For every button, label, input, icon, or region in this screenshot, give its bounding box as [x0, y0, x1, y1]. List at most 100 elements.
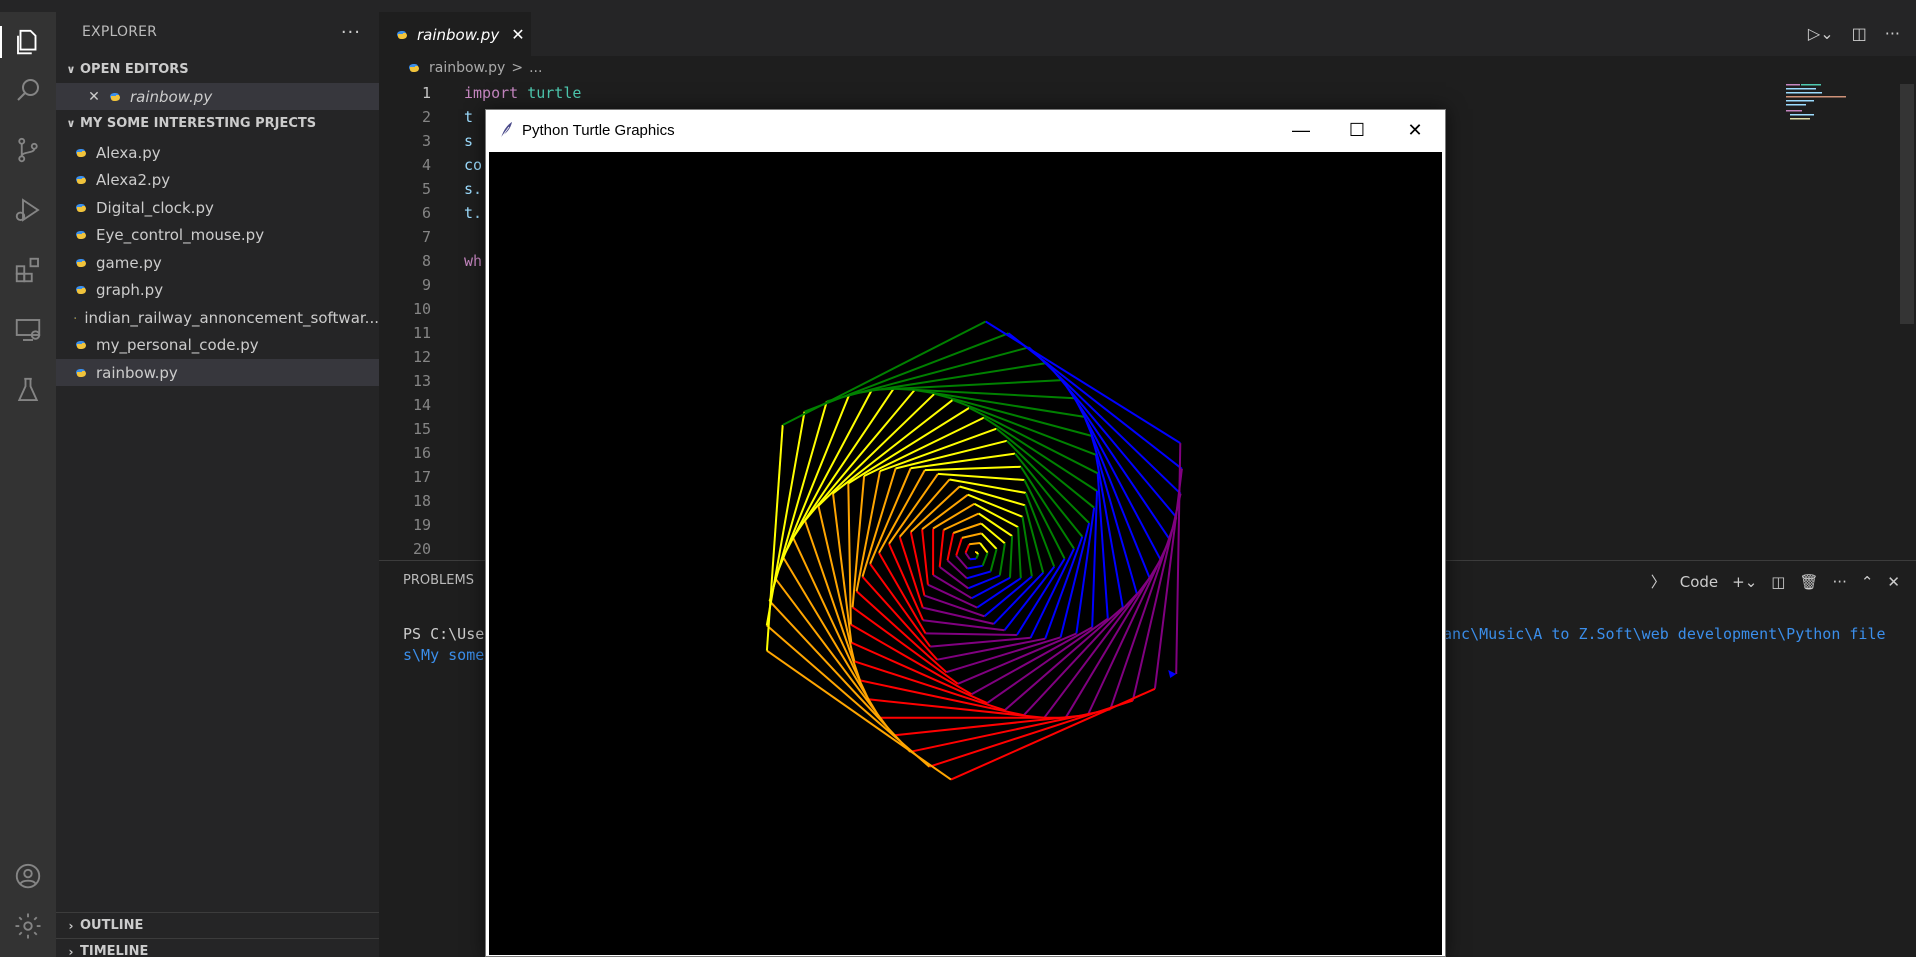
- breadcrumb-more[interactable]: ...: [529, 60, 542, 76]
- minimap[interactable]: [1786, 84, 1856, 124]
- spiral-segment: [957, 632, 1077, 685]
- spiral-segment: [969, 557, 977, 561]
- python-file-icon: [76, 341, 86, 349]
- spiral-segment: [955, 554, 969, 570]
- spiral-segment: [929, 699, 1134, 768]
- more-actions-icon[interactable]: ···: [1885, 24, 1900, 43]
- spiral-segment: [804, 520, 861, 681]
- close-icon[interactable]: ✕: [511, 25, 524, 44]
- python-file-icon: [76, 148, 86, 157]
- turtle-window-titlebar[interactable]: Python Turtle Graphics — ☐ ✕: [486, 110, 1445, 150]
- minimize-icon[interactable]: —: [1271, 110, 1331, 150]
- spiral-segment: [946, 532, 955, 561]
- spiral-segment: [765, 424, 784, 651]
- spiral-segment: [774, 577, 895, 737]
- spiral-segment: [981, 552, 989, 567]
- spiral-segment: [952, 522, 982, 534]
- search-icon[interactable]: [8, 70, 48, 110]
- close-icon[interactable]: ✕: [86, 89, 102, 105]
- spiral-segment: [969, 542, 981, 546]
- code-line-5: s.: [464, 180, 483, 198]
- spiral-segment: [782, 556, 881, 719]
- trash-icon[interactable]: 🗑: [1799, 573, 1818, 591]
- window-title-strip: [0, 0, 1916, 12]
- spiral-segment: [909, 531, 926, 596]
- split-editor-icon[interactable]: ◫: [1852, 24, 1867, 43]
- new-terminal-icon[interactable]: +⌄: [1732, 573, 1757, 591]
- spiral-segment: [851, 475, 866, 608]
- spiral-segment: [961, 532, 982, 539]
- file-label: Alexa.py: [96, 143, 161, 162]
- line-number: 17: [412, 468, 431, 486]
- file-item[interactable]: rainbow.py: [56, 359, 379, 386]
- maximize-panel-icon[interactable]: ⌃: [1861, 573, 1874, 591]
- split-terminal-icon[interactable]: ◫: [1771, 573, 1785, 591]
- spiral-segment: [1009, 535, 1014, 578]
- file-item[interactable]: Alexa2.py: [56, 167, 379, 194]
- timeline-section[interactable]: › TIMELINE: [56, 938, 379, 957]
- terminal-line-1-path: anc\Music\A to Z.Soft\web development\Py…: [1443, 625, 1886, 643]
- file-item[interactable]: graph.py: [56, 277, 379, 304]
- terminal-kind[interactable]: Code: [1680, 573, 1718, 591]
- code-line-3: s: [464, 132, 474, 150]
- breadcrumb-separator: >: [511, 60, 524, 76]
- rainbow-spiral-drawing: [765, 320, 1183, 781]
- open-editor-label: rainbow.py: [130, 87, 213, 106]
- spiral-segment: [893, 387, 1075, 400]
- spiral-segment: [983, 416, 1098, 492]
- python-file-icon: [76, 368, 86, 377]
- tab-rainbow[interactable]: rainbow.py ✕: [379, 12, 531, 56]
- extensions-icon[interactable]: [8, 250, 48, 290]
- account-icon[interactable]: [8, 856, 48, 896]
- python-file-icon: [76, 176, 86, 184]
- files-icon[interactable]: [0, 22, 48, 62]
- line-number: 10: [412, 300, 431, 318]
- more-actions-icon[interactable]: ···: [1833, 573, 1847, 591]
- line-number: 20: [412, 540, 431, 558]
- python-file-icon: [76, 231, 86, 239]
- activity-bar: [0, 12, 56, 957]
- file-item[interactable]: Eye_control_mouse.py: [56, 222, 379, 249]
- breadcrumb-file[interactable]: rainbow.py: [429, 60, 505, 76]
- spiral-segment: [964, 543, 971, 554]
- terminal-icon: 〉: [1650, 573, 1666, 591]
- explorer-more-icon[interactable]: ···: [341, 22, 361, 43]
- spiral-segment: [955, 537, 963, 556]
- close-icon[interactable]: ✕: [1385, 110, 1445, 150]
- spiral-segment: [1016, 558, 1066, 636]
- code-line-8: wh: [464, 252, 483, 270]
- spiral-segment: [782, 320, 987, 426]
- file-item[interactable]: Alexa.py: [56, 139, 379, 166]
- spiral-segment: [995, 427, 1095, 509]
- spiral-segment: [998, 543, 1006, 576]
- file-item[interactable]: indian_railway_annoncement_softwar...: [56, 304, 379, 331]
- panel-actions: 〉 Code +⌄ ◫ 🗑 ··· ⌃ ✕: [1651, 571, 1900, 592]
- chevron-down-icon: ∨: [66, 62, 76, 76]
- file-item[interactable]: Digital_clock.py: [56, 194, 379, 221]
- source-control-icon[interactable]: [8, 130, 48, 170]
- open-editor-item[interactable]: ✕ rainbow.py: [56, 83, 379, 110]
- maximize-icon[interactable]: ☐: [1327, 110, 1387, 150]
- spiral-segment: [939, 566, 969, 590]
- spiral-segment: [888, 473, 939, 545]
- spiral-segment: [859, 679, 1025, 717]
- file-item[interactable]: my_personal_code.py: [56, 332, 379, 359]
- open-editors-header[interactable]: ∨ OPEN EDITORS: [56, 56, 379, 82]
- file-item[interactable]: game.py: [56, 249, 379, 276]
- run-icon[interactable]: ▷⌄: [1808, 24, 1834, 43]
- tab-problems[interactable]: PROBLEMS: [403, 573, 474, 588]
- editor-scrollbar[interactable]: [1900, 84, 1914, 324]
- line-number: 4: [421, 156, 431, 174]
- testing-icon[interactable]: [8, 370, 48, 410]
- settings-gear-icon[interactable]: [8, 906, 48, 946]
- breadcrumb: rainbow.py > ...: [379, 56, 542, 80]
- spiral-segment: [1090, 435, 1138, 595]
- spiral-segment: [966, 570, 991, 580]
- spiral-segment: [855, 590, 948, 673]
- close-panel-icon[interactable]: ✕: [1887, 573, 1900, 591]
- run-debug-icon[interactable]: [8, 190, 48, 230]
- remote-explorer-icon[interactable]: [8, 310, 48, 350]
- folder-header[interactable]: ∨ MY SOME INTERESTING PRJECTS: [56, 110, 379, 136]
- outline-section[interactable]: › OUTLINE: [56, 912, 379, 938]
- turtle-graphics-window[interactable]: Python Turtle Graphics — ☐ ✕: [485, 109, 1446, 957]
